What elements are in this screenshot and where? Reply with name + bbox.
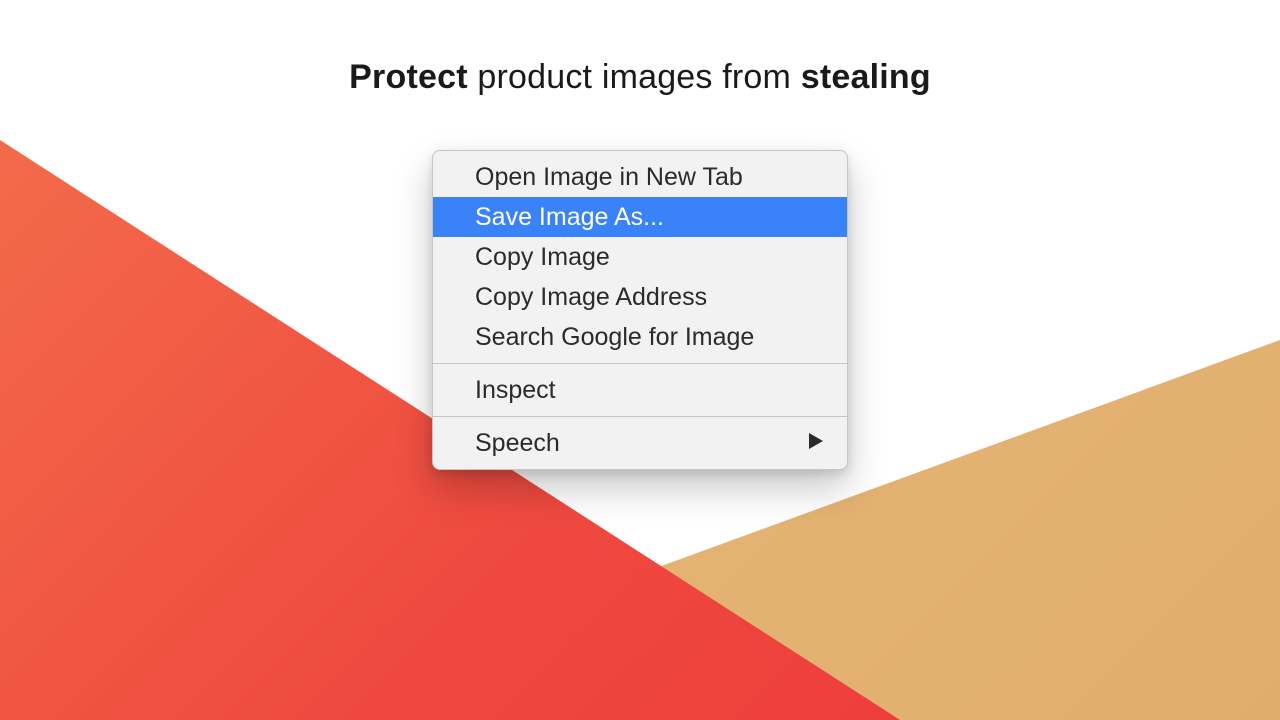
menu-item-label: Save Image As... xyxy=(475,203,664,232)
menu-item-copy-image[interactable]: Copy Image xyxy=(433,237,847,277)
menu-item-label: Copy Image Address xyxy=(475,283,707,312)
menu-item-label: Inspect xyxy=(475,376,556,405)
menu-item-label: Search Google for Image xyxy=(475,323,754,352)
menu-separator xyxy=(433,363,847,364)
headline: Protect product images from stealing xyxy=(0,58,1280,97)
menu-item-open-image-new-tab[interactable]: Open Image in New Tab xyxy=(433,157,847,197)
menu-item-label: Copy Image xyxy=(475,243,610,272)
headline-strong-2: stealing xyxy=(801,58,931,96)
menu-item-search-google-for-image[interactable]: Search Google for Image xyxy=(433,317,847,357)
menu-item-speech[interactable]: Speech xyxy=(433,423,847,463)
submenu-arrow-icon xyxy=(809,433,823,454)
promo-slide: Protect product images from stealing Ope… xyxy=(0,0,1280,720)
menu-item-inspect[interactable]: Inspect xyxy=(433,370,847,410)
menu-item-label: Speech xyxy=(475,429,560,458)
menu-item-label: Open Image in New Tab xyxy=(475,163,743,192)
menu-item-copy-image-address[interactable]: Copy Image Address xyxy=(433,277,847,317)
headline-mid: product images from xyxy=(468,58,801,96)
menu-item-save-image-as[interactable]: Save Image As... xyxy=(433,197,847,237)
menu-separator xyxy=(433,416,847,417)
context-menu: Open Image in New Tab Save Image As... C… xyxy=(432,150,848,470)
headline-strong-1: Protect xyxy=(349,58,468,96)
